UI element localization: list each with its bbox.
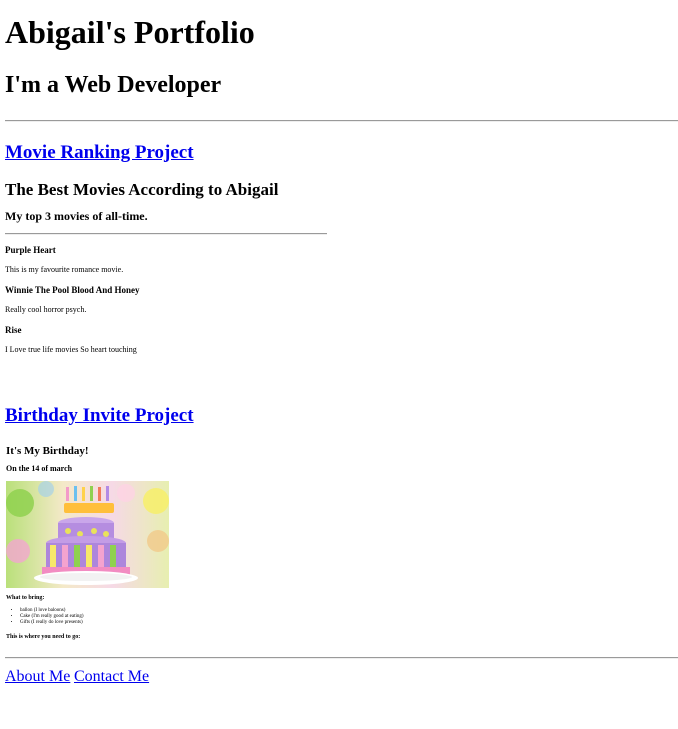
movie-description-2: Really cool horror psych. (5, 305, 87, 314)
birthday-heading: It's My Birthday! (6, 445, 89, 457)
birthday-cake-illustration (6, 481, 169, 588)
contact-me-link[interactable]: Contact Me (74, 668, 149, 686)
movie-divider (5, 233, 327, 235)
bring-list: ballon (I love baloons) Cake (I'm really… (6, 608, 84, 626)
movie-title-2: Winnie The Pool Blood And Honey (5, 285, 140, 295)
movie-title-3: Rise (5, 325, 22, 335)
birthday-date: On the 14 of march (6, 464, 73, 473)
birthday-cake-image (6, 481, 169, 588)
movie-subheading: My top 3 movies of all-time. (5, 209, 148, 223)
movie-description-1: This is my favourite romance movie. (5, 265, 124, 274)
movie-description-3: I Love true life movies So heart touchin… (5, 345, 137, 354)
about-me-link[interactable]: About Me (5, 668, 70, 686)
footer-divider (5, 657, 678, 659)
bring-item-3: Gifts (I really do love presents) (20, 620, 84, 626)
bring-heading: What to bring: (6, 595, 45, 601)
movie-heading: The Best Movies According to Abigail (5, 180, 279, 199)
location-line: This is where you need to go: (6, 634, 81, 640)
movie-title-1: Purple Heart (5, 245, 56, 255)
header-divider (5, 120, 678, 122)
movie-ranking-project-link[interactable]: Movie Ranking Project (5, 142, 194, 164)
page-title: Abigail's Portfolio (5, 14, 255, 50)
page-subtitle: I'm a Web Developer (5, 72, 222, 98)
birthday-invite-project-link[interactable]: Birthday Invite Project (5, 405, 194, 427)
